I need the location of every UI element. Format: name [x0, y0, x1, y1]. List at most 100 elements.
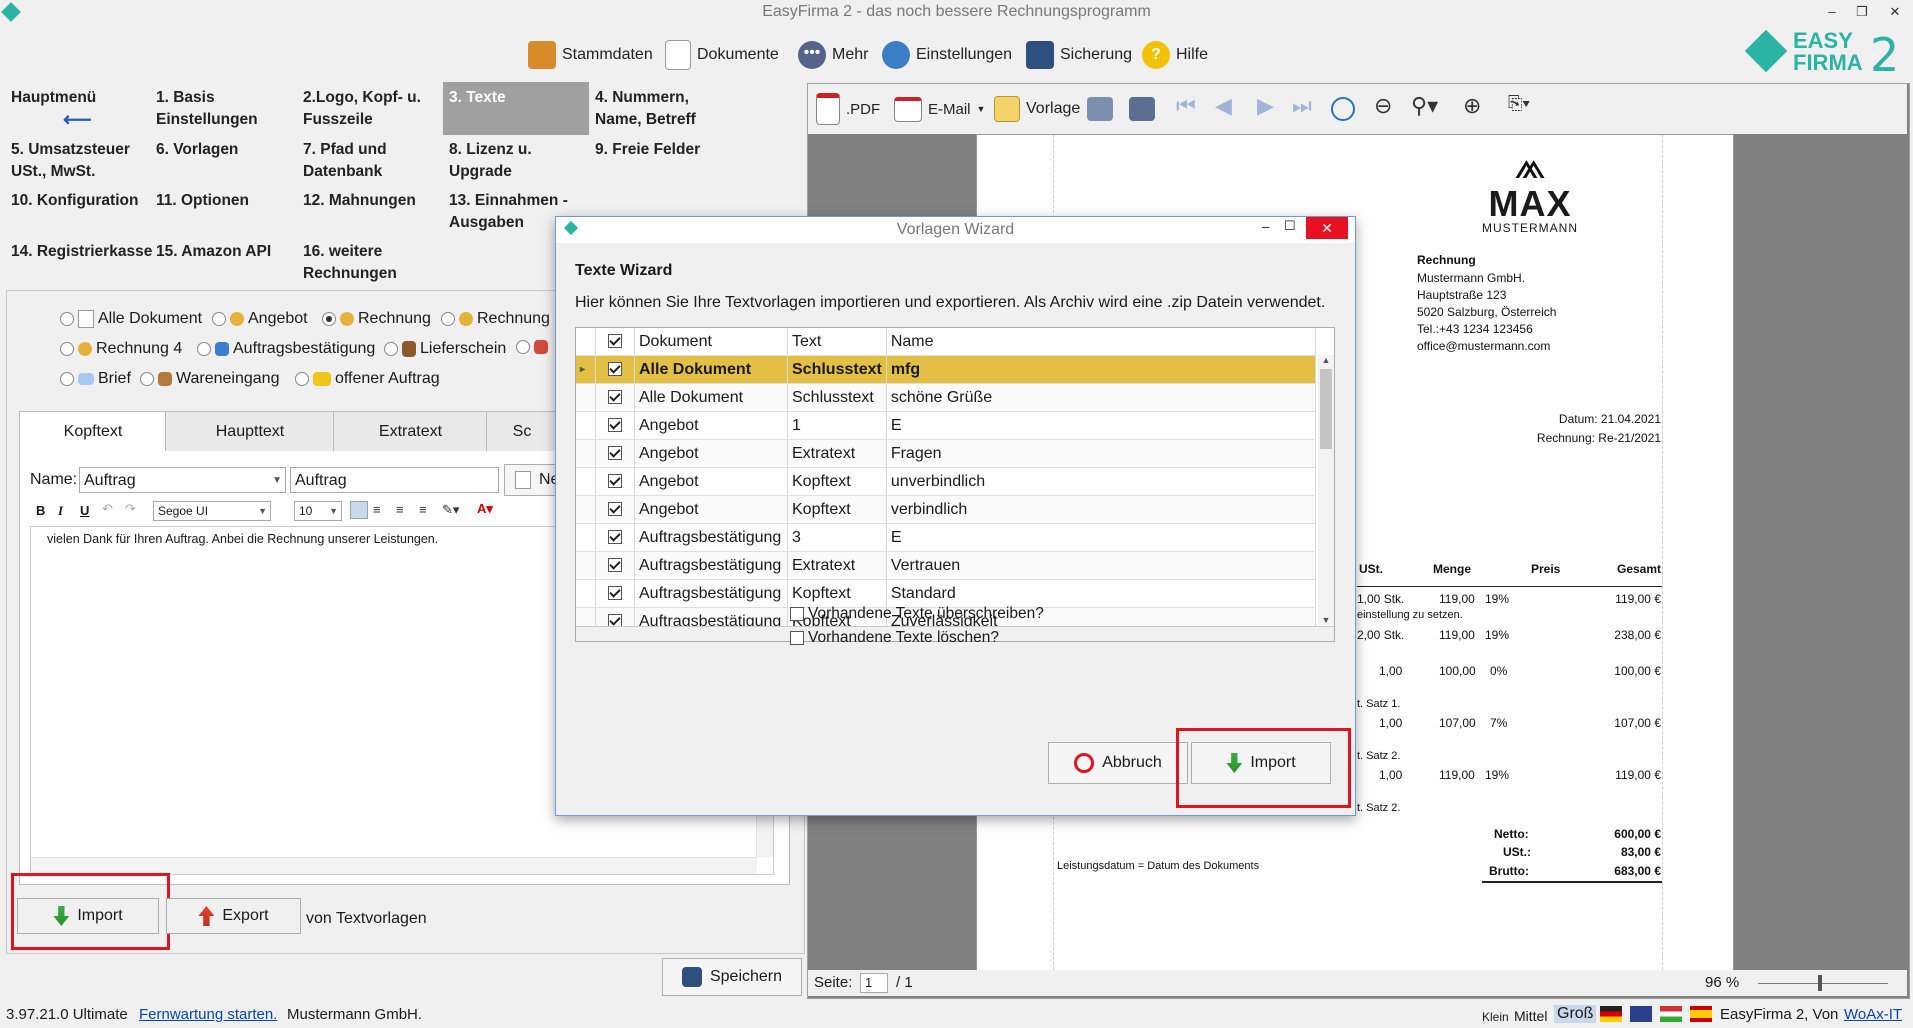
grid-row[interactable]: Auftragsbestätigung 3 E	[576, 523, 1317, 552]
page-input[interactable]: 1	[860, 973, 888, 993]
justify-icon[interactable]: ≡	[419, 502, 427, 517]
scroll-thumb[interactable]	[1320, 369, 1332, 449]
toolbar-dokumente[interactable]: Dokumente	[665, 38, 779, 72]
row-checkbox[interactable]	[595, 495, 635, 524]
highlight-color-icon[interactable]: ✎▾	[442, 502, 459, 518]
nav-pfad[interactable]: 7. Pfad und Datenbank	[303, 139, 438, 183]
row-checkbox[interactable]	[595, 523, 635, 552]
row-checkbox[interactable]	[595, 439, 635, 468]
grid-row[interactable]: Auftragsbestätigung Extratext Vertrauen	[576, 551, 1317, 580]
radio-rechnung-4[interactable]: Rechnung 4	[60, 340, 182, 358]
col-header-dokument[interactable]: Dokument	[634, 328, 788, 356]
row-checkbox[interactable]	[608, 586, 622, 601]
email-button[interactable]: E-Mail ▼	[894, 92, 985, 126]
grid-row[interactable]: Angebot Kopftext verbindlich	[576, 495, 1317, 524]
nav-texte[interactable]: 3. Texte	[443, 82, 589, 135]
restore-button[interactable]: ❐	[1847, 0, 1877, 26]
export-textvorlagen-button[interactable]: Export	[166, 898, 301, 934]
grid-row[interactable]: Angebot 1 E	[576, 411, 1317, 440]
dialog-maximize-button[interactable]: ☐	[1284, 218, 1296, 234]
zoom-slider[interactable]	[1758, 983, 1888, 984]
name-input[interactable]: Auftrag	[290, 467, 499, 493]
speichern-button[interactable]: Speichern	[662, 958, 802, 996]
row-checkbox[interactable]	[608, 558, 622, 573]
bold-button[interactable]: B	[36, 503, 45, 518]
radio-brief[interactable]: Brief	[60, 370, 131, 388]
grid-row[interactable]: Angebot Extratext Fragen	[576, 439, 1317, 468]
abbruch-button[interactable]: Abbruch	[1048, 742, 1188, 784]
export-page-icon[interactable]: ⎘▾	[1508, 93, 1530, 114]
prev-page-icon[interactable]: ◀	[1215, 93, 1232, 119]
radio-rechnung[interactable]: Rechnung	[322, 310, 431, 328]
flag-es-icon[interactable]	[1690, 1006, 1712, 1022]
zoom-out-icon[interactable]: ⊖	[1374, 93, 1392, 119]
row-checkbox[interactable]	[595, 579, 635, 608]
dialog-minimize-button[interactable]: –	[1262, 219, 1269, 234]
grid-row[interactable]: ▸ Alle Dokument Schlusstext mfg	[576, 355, 1317, 384]
remote-link[interactable]: Fernwartung starten.	[139, 1006, 277, 1023]
editor-hscrollbar[interactable]	[31, 857, 757, 874]
row-checkbox[interactable]	[595, 551, 635, 580]
pdf-button[interactable]: .PDF	[816, 92, 880, 126]
row-checkbox[interactable]	[595, 383, 635, 412]
print-icon[interactable]	[1087, 97, 1113, 121]
radio-rechnung-2[interactable]: Rechnung	[441, 310, 550, 328]
nav-einnahmen[interactable]: 13. Einnahmen - Ausgaben	[449, 190, 569, 234]
nav-basis[interactable]: 1. Basis Einstellungen	[156, 87, 291, 131]
nav-registrierkasse[interactable]: 14. Registrierkasse	[11, 241, 156, 263]
font-color-icon[interactable]: A▾	[477, 501, 493, 517]
align-left-icon[interactable]	[350, 501, 368, 519]
next-page-icon[interactable]: ▶	[1257, 93, 1274, 119]
flag-hu-icon[interactable]	[1660, 1006, 1682, 1022]
nav-logo[interactable]: 2.Logo, Kopf- u. Fusszeile	[303, 87, 438, 131]
radio-auftragsbestaetigung[interactable]: Auftragsbestätigung	[197, 340, 375, 358]
toolbar-einstellungen[interactable]: Einstellungen	[882, 38, 1012, 72]
row-checkbox[interactable]	[608, 502, 622, 517]
radio-lieferschein[interactable]: Lieferschein	[384, 340, 506, 358]
last-page-icon[interactable]: ⏭	[1292, 93, 1312, 119]
row-checkbox[interactable]	[608, 362, 622, 377]
overwrite-checkbox[interactable]: Vorhandene Texte überschreiben?	[790, 605, 1044, 623]
flag-de-icon[interactable]	[1600, 1006, 1622, 1022]
minimize-button[interactable]: –	[1817, 0, 1847, 26]
row-checkbox[interactable]	[608, 390, 622, 405]
tab-haupttext[interactable]: Haupttext	[165, 411, 335, 453]
first-page-icon[interactable]: ⏮	[1176, 93, 1196, 119]
grid-row[interactable]: Auftragsbestätigung Kopftext Standard	[576, 579, 1317, 608]
undo-icon[interactable]: ↶	[102, 501, 113, 517]
row-checkbox[interactable]	[608, 530, 622, 545]
scroll-down-icon[interactable]: ▼	[1318, 615, 1334, 625]
tab-schlusstext[interactable]: Sc	[486, 411, 558, 453]
size-mid[interactable]: Mittel	[1514, 1008, 1547, 1024]
radio-lieferschein-extra[interactable]	[516, 340, 548, 354]
nav-amazon[interactable]: 15. Amazon API	[156, 241, 296, 263]
vorlage-button[interactable]: Vorlage	[994, 92, 1080, 126]
italic-button[interactable]: I	[58, 503, 63, 519]
close-button[interactable]: ✕	[1880, 0, 1910, 26]
dialog-close-button[interactable]: ✕	[1306, 217, 1348, 239]
font-select[interactable]: Segoe UI ▼	[153, 501, 271, 521]
nav-umsatzsteuer[interactable]: 5. Umsatzsteuer USt., MwSt.	[11, 139, 146, 183]
print-settings-icon[interactable]	[1129, 97, 1155, 121]
compass-icon[interactable]	[1331, 97, 1355, 121]
row-checkbox[interactable]	[608, 474, 622, 489]
radio-alle-dokument[interactable]: Alle Dokument	[60, 310, 202, 328]
tab-extratext[interactable]: Extratext	[333, 411, 488, 453]
grid-row[interactable]: Angebot Kopftext unverbindlich	[576, 467, 1317, 496]
row-checkbox[interactable]	[608, 418, 622, 433]
nav-hauptmenue[interactable]: Hauptmenü ⟵	[11, 87, 131, 131]
redo-icon[interactable]: ↷	[125, 501, 136, 517]
size-small[interactable]: Klein	[1482, 1010, 1509, 1024]
tab-kopftext[interactable]: Kopftext	[19, 411, 167, 453]
size-big[interactable]: Groß	[1554, 1005, 1597, 1023]
radio-offener-auftrag[interactable]: offener Auftrag	[295, 370, 440, 388]
delete-checkbox[interactable]: Vorhandene Texte löschen?	[790, 629, 999, 647]
row-checkbox[interactable]	[595, 411, 635, 440]
nav-nummern[interactable]: 4. Nummern, Name, Betreff	[595, 87, 725, 131]
scroll-up-icon[interactable]: ▲	[1318, 355, 1334, 369]
row-checkbox[interactable]	[595, 467, 635, 496]
toolbar-mehr[interactable]: ••• Mehr	[798, 38, 868, 72]
align-center-icon[interactable]: ≡	[373, 502, 381, 517]
nav-konfiguration[interactable]: 10. Konfiguration	[11, 190, 156, 212]
zoom-in-icon[interactable]: ⊕	[1463, 93, 1481, 119]
